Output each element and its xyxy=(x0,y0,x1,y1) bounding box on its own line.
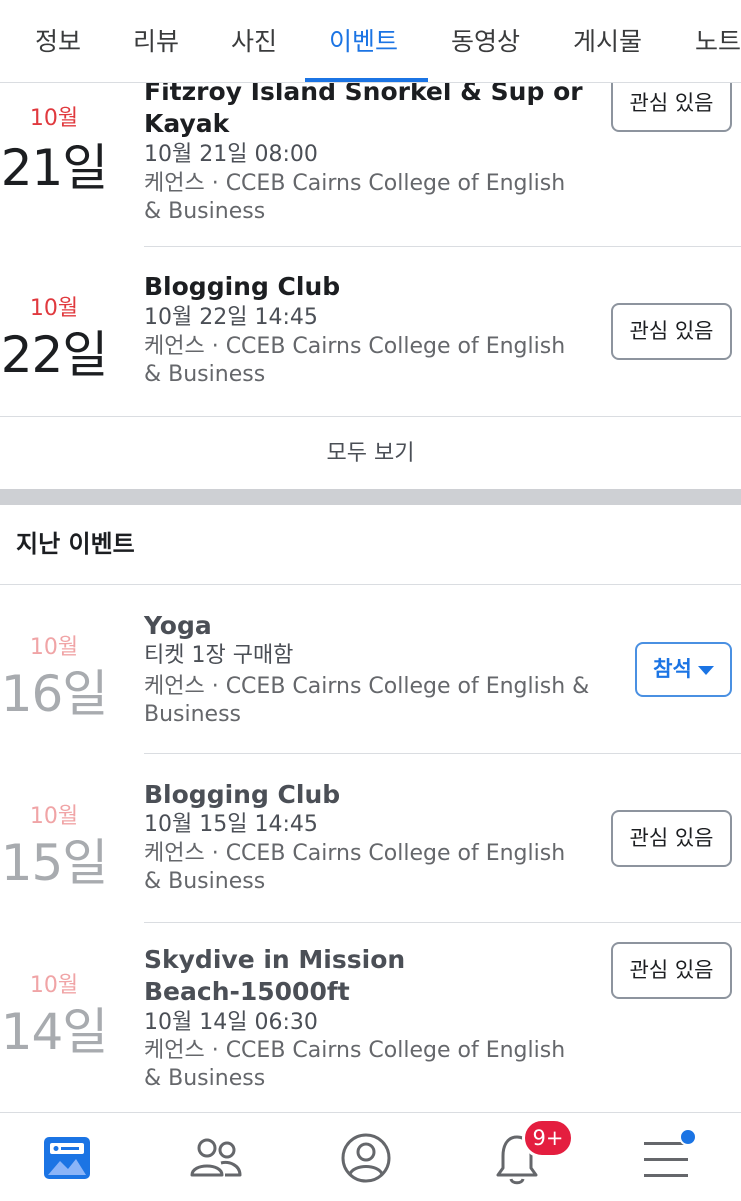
going-dropdown-button[interactable]: 참석 xyxy=(635,642,732,697)
active-tab-indicator xyxy=(305,78,428,82)
event-location-line2: Business xyxy=(144,702,242,727)
event-time: 10월 21일 08:00 xyxy=(144,142,318,167)
event-day: 21일 xyxy=(0,139,109,197)
event-row[interactable]: 10월 15일 Blogging Club 10월 15일 14:45 케언스 … xyxy=(0,754,741,923)
event-location-line2: & Business xyxy=(144,362,266,387)
event-location-line1: 케언스 · CCEB Cairns College of English xyxy=(144,334,566,359)
tab-notes[interactable]: 노트 xyxy=(695,0,741,82)
event-location-line1: 케언스 · CCEB Cairns College of English & xyxy=(144,674,590,699)
event-location-line2: & Business xyxy=(144,869,266,894)
tab-info[interactable]: 정보 xyxy=(35,0,81,82)
news-feed-icon xyxy=(44,1137,90,1179)
event-ticket-status: 티켓 1장 구매함 xyxy=(144,643,294,668)
event-title[interactable]: Yoga xyxy=(144,610,594,642)
interested-button[interactable]: 관심 있음 xyxy=(611,303,732,360)
menu-icon xyxy=(644,1142,688,1177)
interested-button[interactable]: 관심 있음 xyxy=(611,75,732,132)
profile-icon xyxy=(341,1133,391,1183)
page-tab-bar: 정보 리뷰 사진 이벤트 동영상 게시물 노트 xyxy=(0,0,741,83)
friends-icon xyxy=(190,1138,242,1177)
event-time: 10월 14일 06:30 xyxy=(144,1010,318,1035)
menu-new-dot xyxy=(679,1128,697,1146)
tab-videos[interactable]: 동영상 xyxy=(451,0,520,82)
event-day: 22일 xyxy=(0,326,109,384)
event-row[interactable]: 10월 14일 Skydive in Mission Beach-15000ft… xyxy=(0,923,741,1112)
event-title[interactable]: Blogging Club xyxy=(144,779,594,811)
event-title-line1[interactable]: Skydive in Mission xyxy=(144,944,594,976)
event-time: 10월 15일 14:45 xyxy=(144,812,318,837)
section-gap xyxy=(0,489,741,505)
tab-photos[interactable]: 사진 xyxy=(231,0,277,82)
interested-button[interactable]: 관심 있음 xyxy=(611,810,732,867)
tab-posts[interactable]: 게시물 xyxy=(573,0,642,82)
going-button-label: 참석 xyxy=(653,657,692,681)
event-day: 16일 xyxy=(0,665,109,723)
tab-events[interactable]: 이벤트 xyxy=(329,0,398,82)
event-location-line1: 케언스 · CCEB Cairns College of English xyxy=(144,171,566,196)
event-time: 10월 22일 14:45 xyxy=(144,305,318,330)
see-all-link[interactable]: 모두 보기 xyxy=(0,416,741,489)
event-row[interactable]: 10월 21일 Fitzroy Island Snorkel & Sup or … xyxy=(0,60,741,247)
event-day: 15일 xyxy=(0,834,109,892)
bottom-navigation-bar xyxy=(0,1112,741,1201)
tab-reviews[interactable]: 리뷰 xyxy=(133,0,179,82)
notification-count-badge: 9+ xyxy=(522,1118,574,1158)
event-title-line2[interactable]: Kayak xyxy=(144,108,594,140)
event-title[interactable]: Blogging Club xyxy=(144,271,594,303)
event-location-line2: & Business xyxy=(144,1066,266,1091)
event-location-line2: & Business xyxy=(144,199,266,224)
event-location-line1: 케언스 · CCEB Cairns College of English xyxy=(144,841,566,866)
nav-menu[interactable] xyxy=(606,1113,726,1201)
event-row[interactable]: 10월 22일 Blogging Club 10월 22일 14:45 케언스 … xyxy=(0,247,741,416)
past-events-heading: 지난 이벤트 xyxy=(16,530,135,558)
event-location-line1: 케언스 · CCEB Cairns College of English xyxy=(144,1038,566,1063)
nav-news-feed[interactable] xyxy=(6,1113,126,1201)
nav-friends[interactable] xyxy=(155,1113,275,1201)
caret-down-icon xyxy=(697,665,714,675)
interested-button[interactable]: 관심 있음 xyxy=(611,942,732,999)
event-row[interactable]: 10월 16일 Yoga 티켓 1장 구매함 케언스 · CCEB Cairns… xyxy=(0,585,741,754)
event-day: 14일 xyxy=(0,1003,109,1061)
nav-profile[interactable] xyxy=(306,1113,426,1201)
event-title-line2[interactable]: Beach-15000ft xyxy=(144,976,594,1008)
